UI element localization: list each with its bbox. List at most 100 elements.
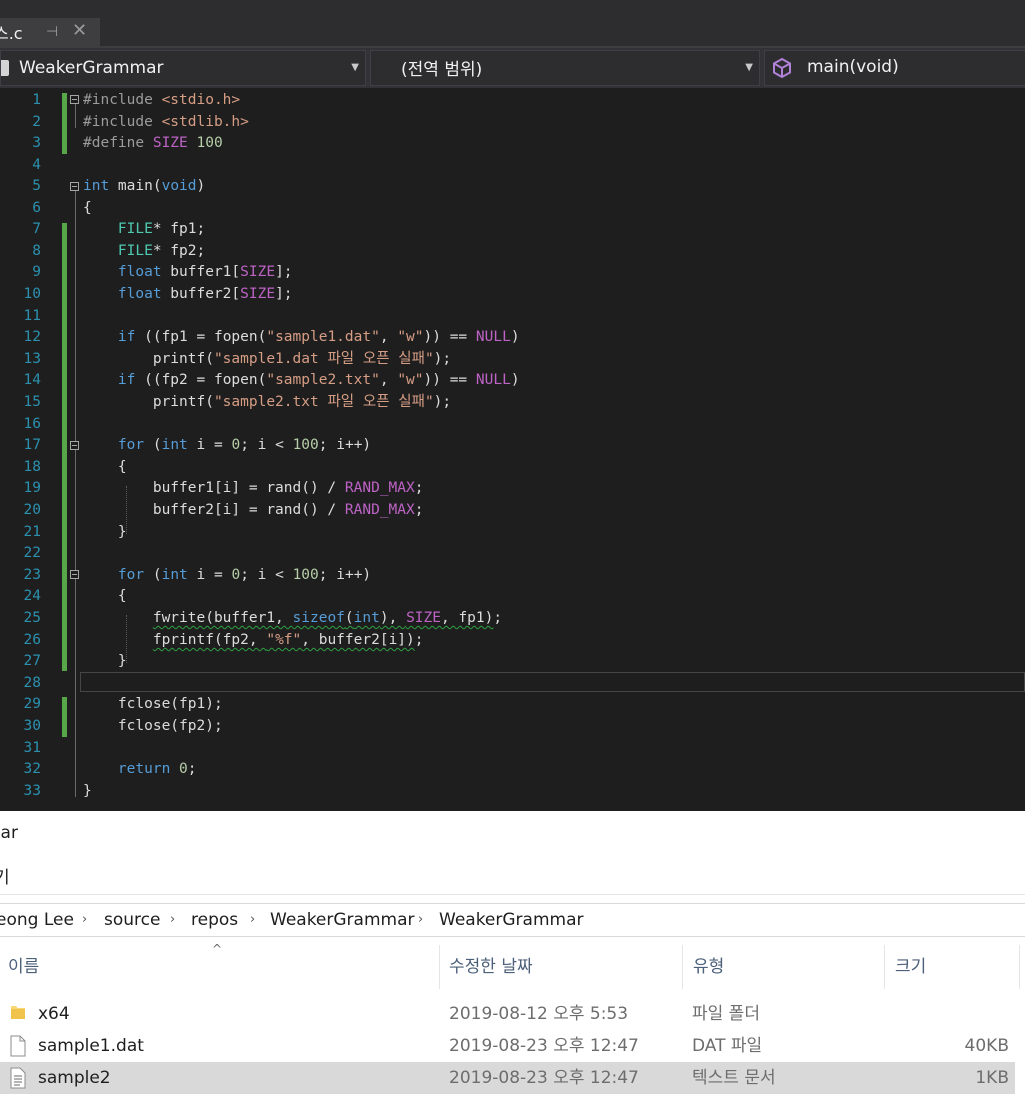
file-tab[interactable]: 스.c ⊣ ✕ <box>0 18 100 46</box>
column-divider[interactable] <box>884 945 885 989</box>
file-row[interactable]: x64 2019-08-12 오후 5:53 파일 폴더 <box>0 998 1015 1030</box>
member-dropdown[interactable]: main(void) <box>764 50 1025 86</box>
line-number: 24 <box>23 588 41 604</box>
code-editor[interactable]: 1 #include <stdio.h> 2 #include <stdlib.h>… <box>0 88 1025 811</box>
breadcrumb-folder[interactable]: WeakerGrammar <box>439 904 583 936</box>
file-name: x64 <box>38 1004 70 1024</box>
project-dropdown-label: WeakerGrammar <box>19 58 164 78</box>
line-number: 4 <box>32 157 41 173</box>
close-icon[interactable]: ✕ <box>72 17 87 45</box>
file-type: DAT 파일 <box>692 1036 763 1056</box>
chevron-down-icon: ▼ <box>351 62 359 73</box>
file-name: sample2 <box>38 1068 111 1088</box>
file-size: 40KB <box>964 1036 1009 1056</box>
line-number: 18 <box>23 459 41 475</box>
ribbon-tab[interactable]: 기 <box>0 863 10 888</box>
code-line: #define SIZE 100 <box>83 135 223 151</box>
file-row[interactable]: sample2 2019-08-23 오후 12:47 텍스트 문서 1KB <box>0 1062 1015 1094</box>
line-number: 17 <box>23 437 41 453</box>
divider <box>0 894 1025 895</box>
chevron-right-icon[interactable]: › <box>250 904 255 936</box>
code-line: fwrite(buffer1, sizeof(int), SIZE, fp1); <box>152 610 503 626</box>
line-number: 6 <box>32 200 41 216</box>
code-line: int main(void) <box>83 178 206 194</box>
line-number: 33 <box>23 783 41 799</box>
chevron-right-icon[interactable]: › <box>82 904 87 936</box>
scope-dropdown[interactable]: (전역 범위) ▼ <box>370 50 760 86</box>
line-number: 5 <box>32 178 41 194</box>
line-number: 12 <box>23 329 41 345</box>
file-icon <box>10 1035 26 1057</box>
code-line: FILE* fp2; <box>117 243 206 259</box>
file-size: 1KB <box>975 1068 1009 1088</box>
file-name: sample1.dat <box>38 1036 144 1056</box>
code-line: for (int i = 0; i < 100; i++) <box>117 437 372 453</box>
code-line: if ((fp2 = fopen("sample2.txt", "w")) ==… <box>117 372 520 388</box>
column-divider[interactable] <box>682 945 683 989</box>
current-line-highlight <box>80 672 1025 692</box>
code-line: #include <stdlib.h> <box>83 114 249 130</box>
file-date: 2019-08-23 오후 12:47 <box>449 1068 639 1088</box>
column-header: ^ 이름 수정한 날짜 유형 크기 <box>0 941 1025 993</box>
breadcrumb-project[interactable]: WeakerGrammar <box>270 904 414 936</box>
line-number: 8 <box>32 243 41 259</box>
member-dropdown-label: main(void) <box>807 57 899 77</box>
line-number: 15 <box>23 394 41 410</box>
code-line: for (int i = 0; i < 100; i++) <box>117 567 372 583</box>
breadcrumb-source[interactable]: source <box>104 904 160 936</box>
line-number: 27 <box>23 653 41 669</box>
column-divider[interactable] <box>439 945 440 989</box>
code-line: buffer1[i] = rand() / RAND_MAX; <box>83 480 424 496</box>
window-title: mar <box>0 823 18 843</box>
code-line: { <box>83 200 92 216</box>
breadcrumb-repos[interactable]: repos <box>191 904 238 936</box>
code-line: return 0; <box>117 761 197 777</box>
navigation-bar: WeakerGrammar ▼ (전역 범위) ▼ main(void) <box>0 48 1025 88</box>
line-number: 32 <box>23 761 41 777</box>
line-number: 10 <box>23 286 41 302</box>
address-bar[interactable]: eong Lee › source › repos › WeakerGramma… <box>0 903 1025 937</box>
column-type[interactable]: 유형 <box>693 941 724 993</box>
file-row[interactable]: sample1.dat 2019-08-23 오후 12:47 DAT 파일 4… <box>0 1030 1015 1062</box>
chevron-down-icon: ▼ <box>745 62 753 73</box>
line-number: 28 <box>23 675 41 691</box>
line-number: 9 <box>32 264 41 280</box>
column-name[interactable]: 이름 <box>8 941 39 993</box>
code-line: printf("sample1.dat 파일 오픈 실패"); <box>83 351 452 367</box>
column-date[interactable]: 수정한 날짜 <box>449 941 533 993</box>
line-number: 1 <box>32 92 41 108</box>
chevron-right-icon[interactable]: › <box>418 904 423 936</box>
project-dropdown[interactable]: WeakerGrammar ▼ <box>0 50 366 86</box>
cube-icon <box>773 57 791 79</box>
pin-icon[interactable]: ⊣ <box>46 18 58 46</box>
file-type: 파일 폴더 <box>692 1004 760 1024</box>
code-line: fprintf(fp2, "%f", buffer2[i]); <box>152 632 424 648</box>
code-line: } <box>83 653 127 669</box>
line-number: 19 <box>23 480 41 496</box>
column-divider[interactable] <box>1019 945 1020 989</box>
line-number: 3 <box>32 135 41 151</box>
breadcrumb-user[interactable]: eong Lee <box>0 904 74 936</box>
code-line: if ((fp1 = fopen("sample1.dat", "w")) ==… <box>117 329 520 345</box>
line-number: 23 <box>23 567 41 583</box>
line-number: 25 <box>23 610 41 626</box>
code-line: float buffer1[SIZE]; <box>117 264 293 280</box>
code-line: buffer2[i] = rand() / RAND_MAX; <box>83 502 424 518</box>
column-size[interactable]: 크기 <box>895 941 926 993</box>
line-number: 29 <box>23 696 41 712</box>
chevron-right-icon[interactable]: › <box>170 904 175 936</box>
folder-icon <box>11 1006 25 1019</box>
code-line: } <box>83 783 92 799</box>
file-tab-label: 스.c <box>0 24 23 43</box>
sort-ascending-icon: ^ <box>212 942 223 956</box>
project-icon <box>1 60 9 76</box>
line-number: 26 <box>23 632 41 648</box>
line-number: 14 <box>23 372 41 388</box>
line-number: 20 <box>23 502 41 518</box>
code-line: printf("sample2.txt 파일 오픈 실패"); <box>83 394 452 410</box>
code-line: fclose(fp1); <box>83 696 223 712</box>
file-date: 2019-08-23 오후 12:47 <box>449 1036 639 1056</box>
scope-dropdown-label: (전역 범위) <box>401 60 483 80</box>
code-line: FILE* fp1; <box>117 221 206 237</box>
code-line: { <box>83 459 127 475</box>
